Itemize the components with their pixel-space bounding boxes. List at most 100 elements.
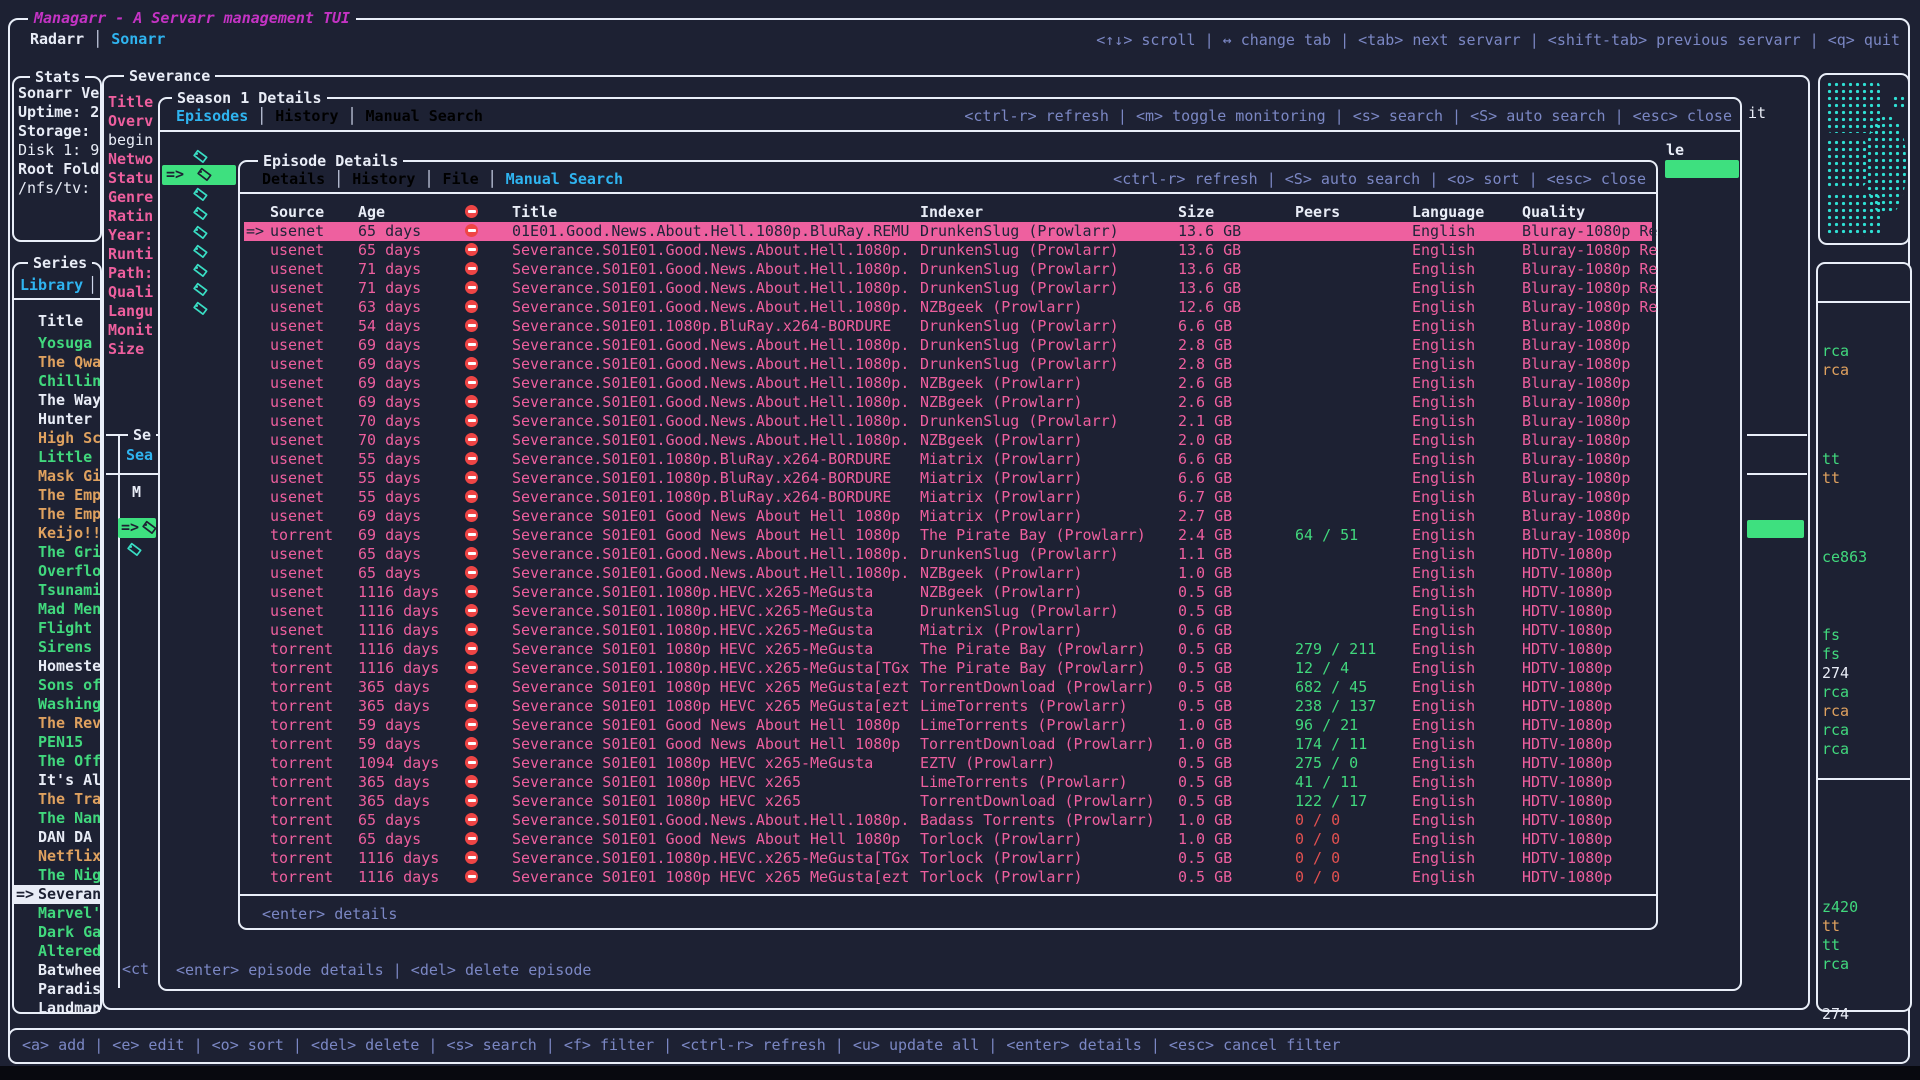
series-item[interactable]: High Sc	[38, 429, 100, 448]
background-table-divider-line	[1818, 778, 1910, 780]
series-item[interactable]: The Rev	[38, 714, 100, 733]
release-row[interactable]: usenet70 daysSeverance.S01E01.Good.News.…	[238, 412, 1658, 431]
series-item[interactable]: Netflix	[38, 847, 100, 866]
tab-radarr[interactable]: Radarr	[30, 30, 84, 49]
series-item[interactable]: Sirens	[38, 638, 92, 657]
series-item[interactable]: The Emp	[38, 505, 100, 524]
release-row[interactable]: usenet65 daysSeverance.S01E01.Good.News.…	[238, 241, 1658, 260]
rejected-icon	[465, 661, 478, 674]
release-row[interactable]: usenet54 daysSeverance.S01E01.1080p.BluR…	[238, 317, 1658, 336]
release-row[interactable]: usenet70 daysSeverance.S01E01.Good.News.…	[238, 431, 1658, 450]
series-item[interactable]: Flight	[38, 619, 92, 638]
release-row[interactable]: usenet69 daysSeverance.S01E01.Good.News.…	[238, 393, 1658, 412]
series-item[interactable]: The Nan	[38, 809, 100, 828]
release-indexer: Torlock (Prowlarr)	[920, 868, 1083, 887]
series-item[interactable]: Paradis	[38, 980, 100, 999]
series-item[interactable]: The Tra	[38, 790, 100, 809]
tab-season-manual-search[interactable]: Manual Search	[366, 107, 483, 126]
series-item[interactable]: Washing	[38, 695, 100, 714]
rejected-icon	[465, 528, 478, 541]
release-row[interactable]: usenet71 daysSeverance.S01E01.Good.News.…	[238, 279, 1658, 298]
series-item[interactable]: DAN DA	[38, 828, 92, 847]
rejected-icon	[465, 281, 478, 294]
release-title: Severance S01E01 1080p HEVC x265	[512, 773, 801, 792]
series-item[interactable]: Mask Gi	[38, 467, 100, 486]
tab-season-history[interactable]: History	[275, 107, 338, 126]
series-item[interactable]: Little	[38, 448, 92, 467]
series-item[interactable]: Yosuga	[38, 334, 92, 353]
release-row[interactable]: usenet71 daysSeverance.S01E01.Good.News.…	[238, 260, 1658, 279]
series-item[interactable]: It's Al	[38, 771, 100, 790]
series-item[interactable]: The Nig	[38, 866, 100, 885]
release-row[interactable]: torrent365 daysSeverance S01E01 1080p HE…	[238, 697, 1658, 716]
release-row[interactable]: usenet69 daysSeverance.S01E01.Good.News.…	[238, 355, 1658, 374]
series-item[interactable]: Hunter	[38, 410, 92, 429]
release-row[interactable]: usenet1116 daysSeverance.S01E01.1080p.HE…	[238, 602, 1658, 621]
rejected-icon	[465, 376, 478, 389]
release-row[interactable]: torrent65 daysSeverance.S01E01.Good.News…	[238, 811, 1658, 830]
release-row[interactable]: torrent69 daysSeverance S01E01 Good News…	[238, 526, 1658, 545]
series-item[interactable]: The Gri	[38, 543, 100, 562]
release-row[interactable]: usenet69 daysSeverance S01E01 Good News …	[238, 507, 1658, 526]
series-item[interactable]: Keijo!!	[38, 524, 100, 543]
series-field-label: Statu	[108, 169, 153, 188]
series-item[interactable]: Overflo	[38, 562, 100, 581]
release-row[interactable]: =>usenet65 days01E01.Good.News.About.Hel…	[238, 222, 1658, 241]
release-row[interactable]: torrent1116 daysSeverance.S01E01.1080p.H…	[238, 849, 1658, 868]
release-row[interactable]: torrent59 daysSeverance S01E01 Good News…	[238, 716, 1658, 735]
series-item[interactable]: The Qwa	[38, 353, 100, 372]
tab-sonarr[interactable]: Sonarr	[111, 30, 165, 49]
series-item[interactable]: The Emp	[38, 486, 100, 505]
episode-footer-keybinds: <enter> details	[262, 905, 397, 924]
release-row[interactable]: torrent365 daysSeverance S01E01 1080p HE…	[238, 678, 1658, 697]
series-item[interactable]: Chillin	[38, 372, 100, 391]
release-indexer: DrunkenSlug (Prowlarr)	[920, 260, 1119, 279]
release-row[interactable]: usenet65 daysSeverance.S01E01.Good.News.…	[238, 545, 1658, 564]
selected-episode-row[interactable]: =>	[162, 165, 236, 185]
release-row[interactable]: torrent1116 daysSeverance S01E01 1080p H…	[238, 868, 1658, 887]
series-item[interactable]: Homeste	[38, 657, 100, 676]
tab-episodes[interactable]: Episodes	[176, 107, 248, 126]
series-item[interactable]: Tsunami	[38, 581, 100, 600]
release-row[interactable]: torrent365 daysSeverance S01E01 1080p HE…	[238, 773, 1658, 792]
release-row[interactable]: torrent1094 daysSeverance S01E01 1080p H…	[238, 754, 1658, 773]
series-item[interactable]: Marvel'	[38, 904, 100, 923]
seasons-panel-border-fragment	[1747, 434, 1807, 436]
release-row[interactable]: torrent1116 daysSeverance S01E01 1080p H…	[238, 640, 1658, 659]
series-item[interactable]: Landman	[38, 999, 100, 1012]
background-table-fragment: rca	[1822, 361, 1849, 380]
series-item[interactable]: The Way	[38, 391, 100, 410]
release-quality: Bluray-1080p	[1522, 431, 1630, 450]
release-row[interactable]: usenet1116 daysSeverance.S01E01.1080p.HE…	[238, 621, 1658, 640]
rejected-icon	[465, 452, 478, 465]
release-row[interactable]: torrent1116 daysSeverance.S01E01.1080p.H…	[238, 659, 1658, 678]
release-row[interactable]: torrent59 daysSeverance S01E01 Good News…	[238, 735, 1658, 754]
series-item[interactable]: The Off	[38, 752, 100, 771]
series-item-selected[interactable]: =>Severan	[14, 885, 100, 904]
series-item[interactable]: Altered	[38, 942, 100, 961]
release-row[interactable]: usenet1116 daysSeverance.S01E01.1080p.HE…	[238, 583, 1658, 602]
release-row[interactable]: usenet69 daysSeverance.S01E01.Good.News.…	[238, 336, 1658, 355]
release-row[interactable]: usenet55 daysSeverance.S01E01.1080p.BluR…	[238, 488, 1658, 507]
series-item[interactable]: Dark Ga	[38, 923, 100, 942]
tab-library[interactable]: Library	[20, 276, 83, 295]
release-quality: Bluray-1080p	[1522, 469, 1630, 488]
series-item[interactable]: Sons of	[38, 676, 100, 695]
seasons-tab-fragment[interactable]: Sea	[126, 446, 153, 465]
rejected-icon	[465, 775, 478, 788]
release-row[interactable]: torrent65 daysSeverance S01E01 Good News…	[238, 830, 1658, 849]
series-item[interactable]: PEN15	[38, 733, 83, 752]
release-quality: Bluray-1080p Re	[1522, 298, 1657, 317]
release-row[interactable]: usenet63 daysSeverance.S01E01.Good.News.…	[238, 298, 1658, 317]
selected-season-row[interactable]: =>	[118, 518, 156, 538]
release-source: torrent	[270, 773, 333, 792]
release-age: 69 days	[358, 526, 421, 545]
series-item[interactable]: Mad Men	[38, 600, 100, 619]
release-row[interactable]: usenet55 daysSeverance.S01E01.1080p.BluR…	[238, 469, 1658, 488]
release-row[interactable]: usenet55 daysSeverance.S01E01.1080p.BluR…	[238, 450, 1658, 469]
release-row[interactable]: usenet69 daysSeverance.S01E01.Good.News.…	[238, 374, 1658, 393]
rejected-icon	[465, 319, 478, 332]
release-row[interactable]: usenet65 daysSeverance.S01E01.Good.News.…	[238, 564, 1658, 583]
release-row[interactable]: torrent365 daysSeverance S01E01 1080p HE…	[238, 792, 1658, 811]
series-item[interactable]: Batwhee	[38, 961, 100, 980]
